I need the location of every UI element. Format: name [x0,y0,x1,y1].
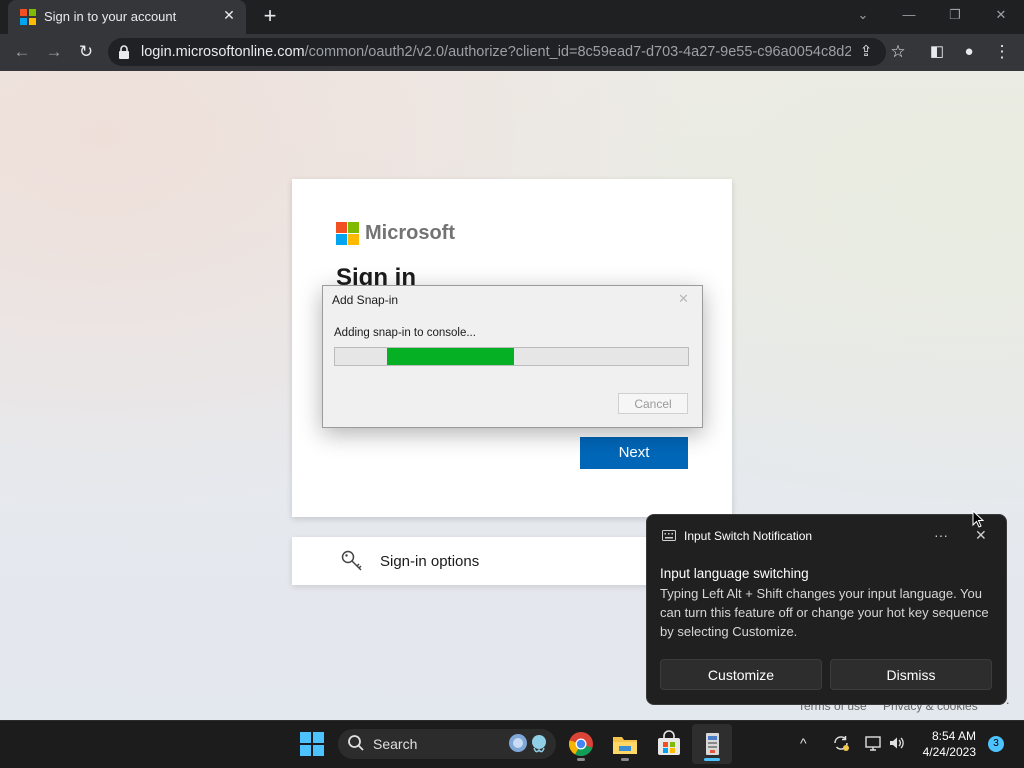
new-tab-button[interactable]: + [258,5,282,29]
mmc-active-indicator [704,758,720,761]
explorer-running-indicator [621,758,629,761]
browser-menu-icon[interactable]: ⋮ [991,41,1013,63]
lock-icon[interactable] [118,45,130,59]
customize-button[interactable]: Customize [660,659,822,690]
url-text[interactable]: login.microsoftonline.com/common/oauth2/… [141,44,851,60]
next-button[interactable]: Next [580,437,688,469]
restore-button[interactable]: ❐ [942,4,968,26]
dialog-message: Adding snap-in to console... [334,327,476,339]
notification-title: Input language switching [660,566,809,581]
chrome-icon[interactable] [567,730,595,758]
share-icon[interactable]: ⇪ [855,41,877,63]
minimize-button[interactable]: — [896,4,922,26]
search-highlight-icon [509,734,546,753]
key-icon [341,550,362,571]
notification-body: Typing Left Alt + Shift changes your inp… [660,586,989,639]
browser-tab[interactable]: Sign in to your account ✕ [8,0,246,34]
search-label: Search [373,736,418,752]
dialog-title: Add Snap-in [332,293,399,307]
forward-button[interactable]: → [43,41,65,63]
tab-search-dropdown-icon[interactable]: ⌄ [850,4,876,26]
cancel-button[interactable]: Cancel [618,393,688,414]
url-host: login.microsoftonline.com [141,44,305,60]
tab-close-icon[interactable]: ✕ [220,6,238,24]
mouse-cursor-icon [972,510,984,528]
dialog-close-icon[interactable]: ✕ [678,291,689,307]
microsoft-favicon-icon [20,9,36,25]
chrome-running-indicator [577,758,585,761]
clock-date[interactable]: 4/24/2023 [910,745,976,759]
url-path: /common/oauth2/v2.0/authorize?client_id=… [304,44,851,60]
bookmark-star-icon[interactable]: ☆ [887,41,909,63]
reload-button[interactable]: ↻ [75,41,97,63]
window-close-button[interactable]: ✕ [988,4,1014,26]
dismiss-button[interactable]: Dismiss [830,659,992,690]
notification-more-icon[interactable]: ··· [934,527,948,543]
clock-time[interactable]: 8:54 AM [910,729,976,743]
show-hidden-icons-chevron-icon[interactable]: ^ [800,735,807,751]
side-panel-icon[interactable]: ◧ [926,41,948,63]
microsoft-store-icon[interactable] [655,730,683,758]
sync-icon[interactable] [832,734,850,752]
microsoft-logo-icon [336,222,359,245]
search-icon [348,735,364,751]
volume-icon[interactable] [888,734,906,752]
mmc-console-icon[interactable] [698,730,726,758]
profile-icon[interactable]: ● [958,41,980,63]
keyboard-icon [662,530,676,541]
network-icon[interactable] [864,734,882,752]
back-button[interactable]: ← [11,41,33,63]
notification-app-name: Input Switch Notification [684,529,813,543]
progress-bar-fill [387,348,514,365]
notification-close-icon[interactable]: ✕ [975,527,987,544]
microsoft-wordmark: Microsoft [365,222,455,244]
windows-start-icon[interactable] [300,732,324,756]
signin-options-label: Sign-in options [380,553,480,570]
tab-title: Sign in to your account [44,9,177,24]
notification-count-badge[interactable]: 3 [988,736,1004,752]
file-explorer-icon[interactable] [611,730,639,758]
